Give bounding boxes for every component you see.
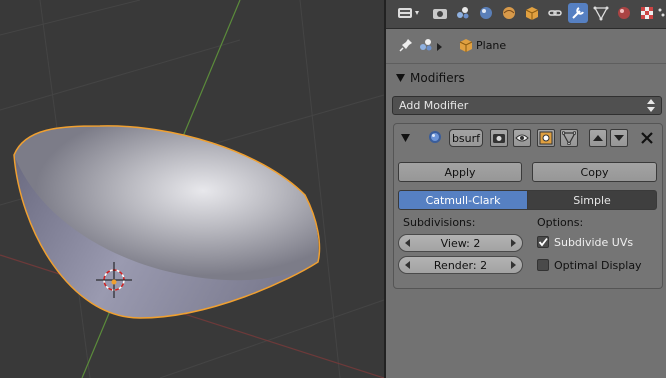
modifier-name-field[interactable]: bsurf bbox=[449, 129, 483, 147]
options-label: Options: bbox=[537, 216, 584, 229]
decrement-arrow-icon[interactable] bbox=[405, 239, 410, 247]
render-layers-context-icon bbox=[418, 37, 434, 56]
modifiers-title: Modifiers bbox=[410, 71, 465, 85]
apply-button[interactable]: Apply bbox=[398, 162, 522, 182]
render-icon[interactable] bbox=[430, 3, 450, 23]
subsurf-modifier-icon bbox=[428, 130, 442, 147]
view-levels-field[interactable]: View: 2 bbox=[398, 234, 523, 252]
object-name: Plane bbox=[476, 39, 507, 52]
particles-icon[interactable] bbox=[656, 3, 666, 23]
editmode-toggle-icon[interactable] bbox=[537, 129, 555, 147]
decrement-arrow-icon[interactable] bbox=[405, 261, 410, 269]
copy-button[interactable]: Copy bbox=[532, 162, 657, 182]
increment-arrow-icon[interactable] bbox=[511, 239, 516, 247]
increment-arrow-icon[interactable] bbox=[511, 261, 516, 269]
render-levels-value: Render: 2 bbox=[433, 258, 488, 272]
add-modifier-label: Add Modifier bbox=[399, 99, 469, 112]
add-modifier-dropdown[interactable]: Add Modifier bbox=[392, 96, 662, 115]
move-down-icon[interactable] bbox=[610, 129, 628, 147]
editor-type-icon[interactable] bbox=[396, 3, 422, 23]
viewport-toggle-icon[interactable] bbox=[513, 129, 531, 147]
checkmark-icon bbox=[538, 237, 548, 247]
data-icon[interactable] bbox=[591, 3, 611, 23]
world-icon[interactable] bbox=[499, 3, 519, 23]
object-icon[interactable] bbox=[522, 3, 542, 23]
3d-viewport[interactable] bbox=[0, 0, 384, 378]
material-icon[interactable] bbox=[614, 3, 634, 23]
tab-catmull-clark[interactable]: Catmull-Clark bbox=[398, 190, 528, 210]
view-levels-value: View: 2 bbox=[440, 236, 481, 250]
breadcrumb-arrow-icon bbox=[437, 41, 443, 54]
subdivide-uvs-checkbox[interactable] bbox=[537, 236, 549, 248]
updown-arrows-icon bbox=[647, 99, 655, 115]
render-levels-field[interactable]: Render: 2 bbox=[398, 256, 523, 274]
viewport-scene bbox=[0, 0, 384, 378]
tab-simple[interactable]: Simple bbox=[527, 190, 657, 210]
optimal-display-checkbox[interactable] bbox=[537, 259, 549, 271]
move-up-icon[interactable] bbox=[589, 129, 607, 147]
properties-toolbar bbox=[386, 0, 666, 29]
modifiers-icon[interactable] bbox=[568, 3, 588, 23]
expand-modifier-icon[interactable] bbox=[401, 133, 411, 146]
render-layers-icon[interactable] bbox=[453, 3, 473, 23]
scene-icon[interactable] bbox=[476, 3, 496, 23]
remove-modifier-icon[interactable] bbox=[641, 132, 653, 147]
optimal-display-label: Optimal Display bbox=[554, 259, 642, 272]
object-context-icon bbox=[458, 38, 474, 57]
pin-icon[interactable] bbox=[398, 37, 414, 56]
context-path: Plane bbox=[386, 29, 666, 64]
cage-toggle-icon[interactable] bbox=[560, 129, 578, 147]
texture-icon[interactable] bbox=[637, 3, 657, 23]
subdivide-uvs-label: Subdivide UVs bbox=[554, 236, 634, 249]
subdivisions-label: Subdivisions: bbox=[403, 216, 476, 229]
render-toggle-icon[interactable] bbox=[490, 129, 508, 147]
constraints-icon[interactable] bbox=[545, 3, 565, 23]
collapse-triangle-icon[interactable] bbox=[396, 73, 406, 86]
